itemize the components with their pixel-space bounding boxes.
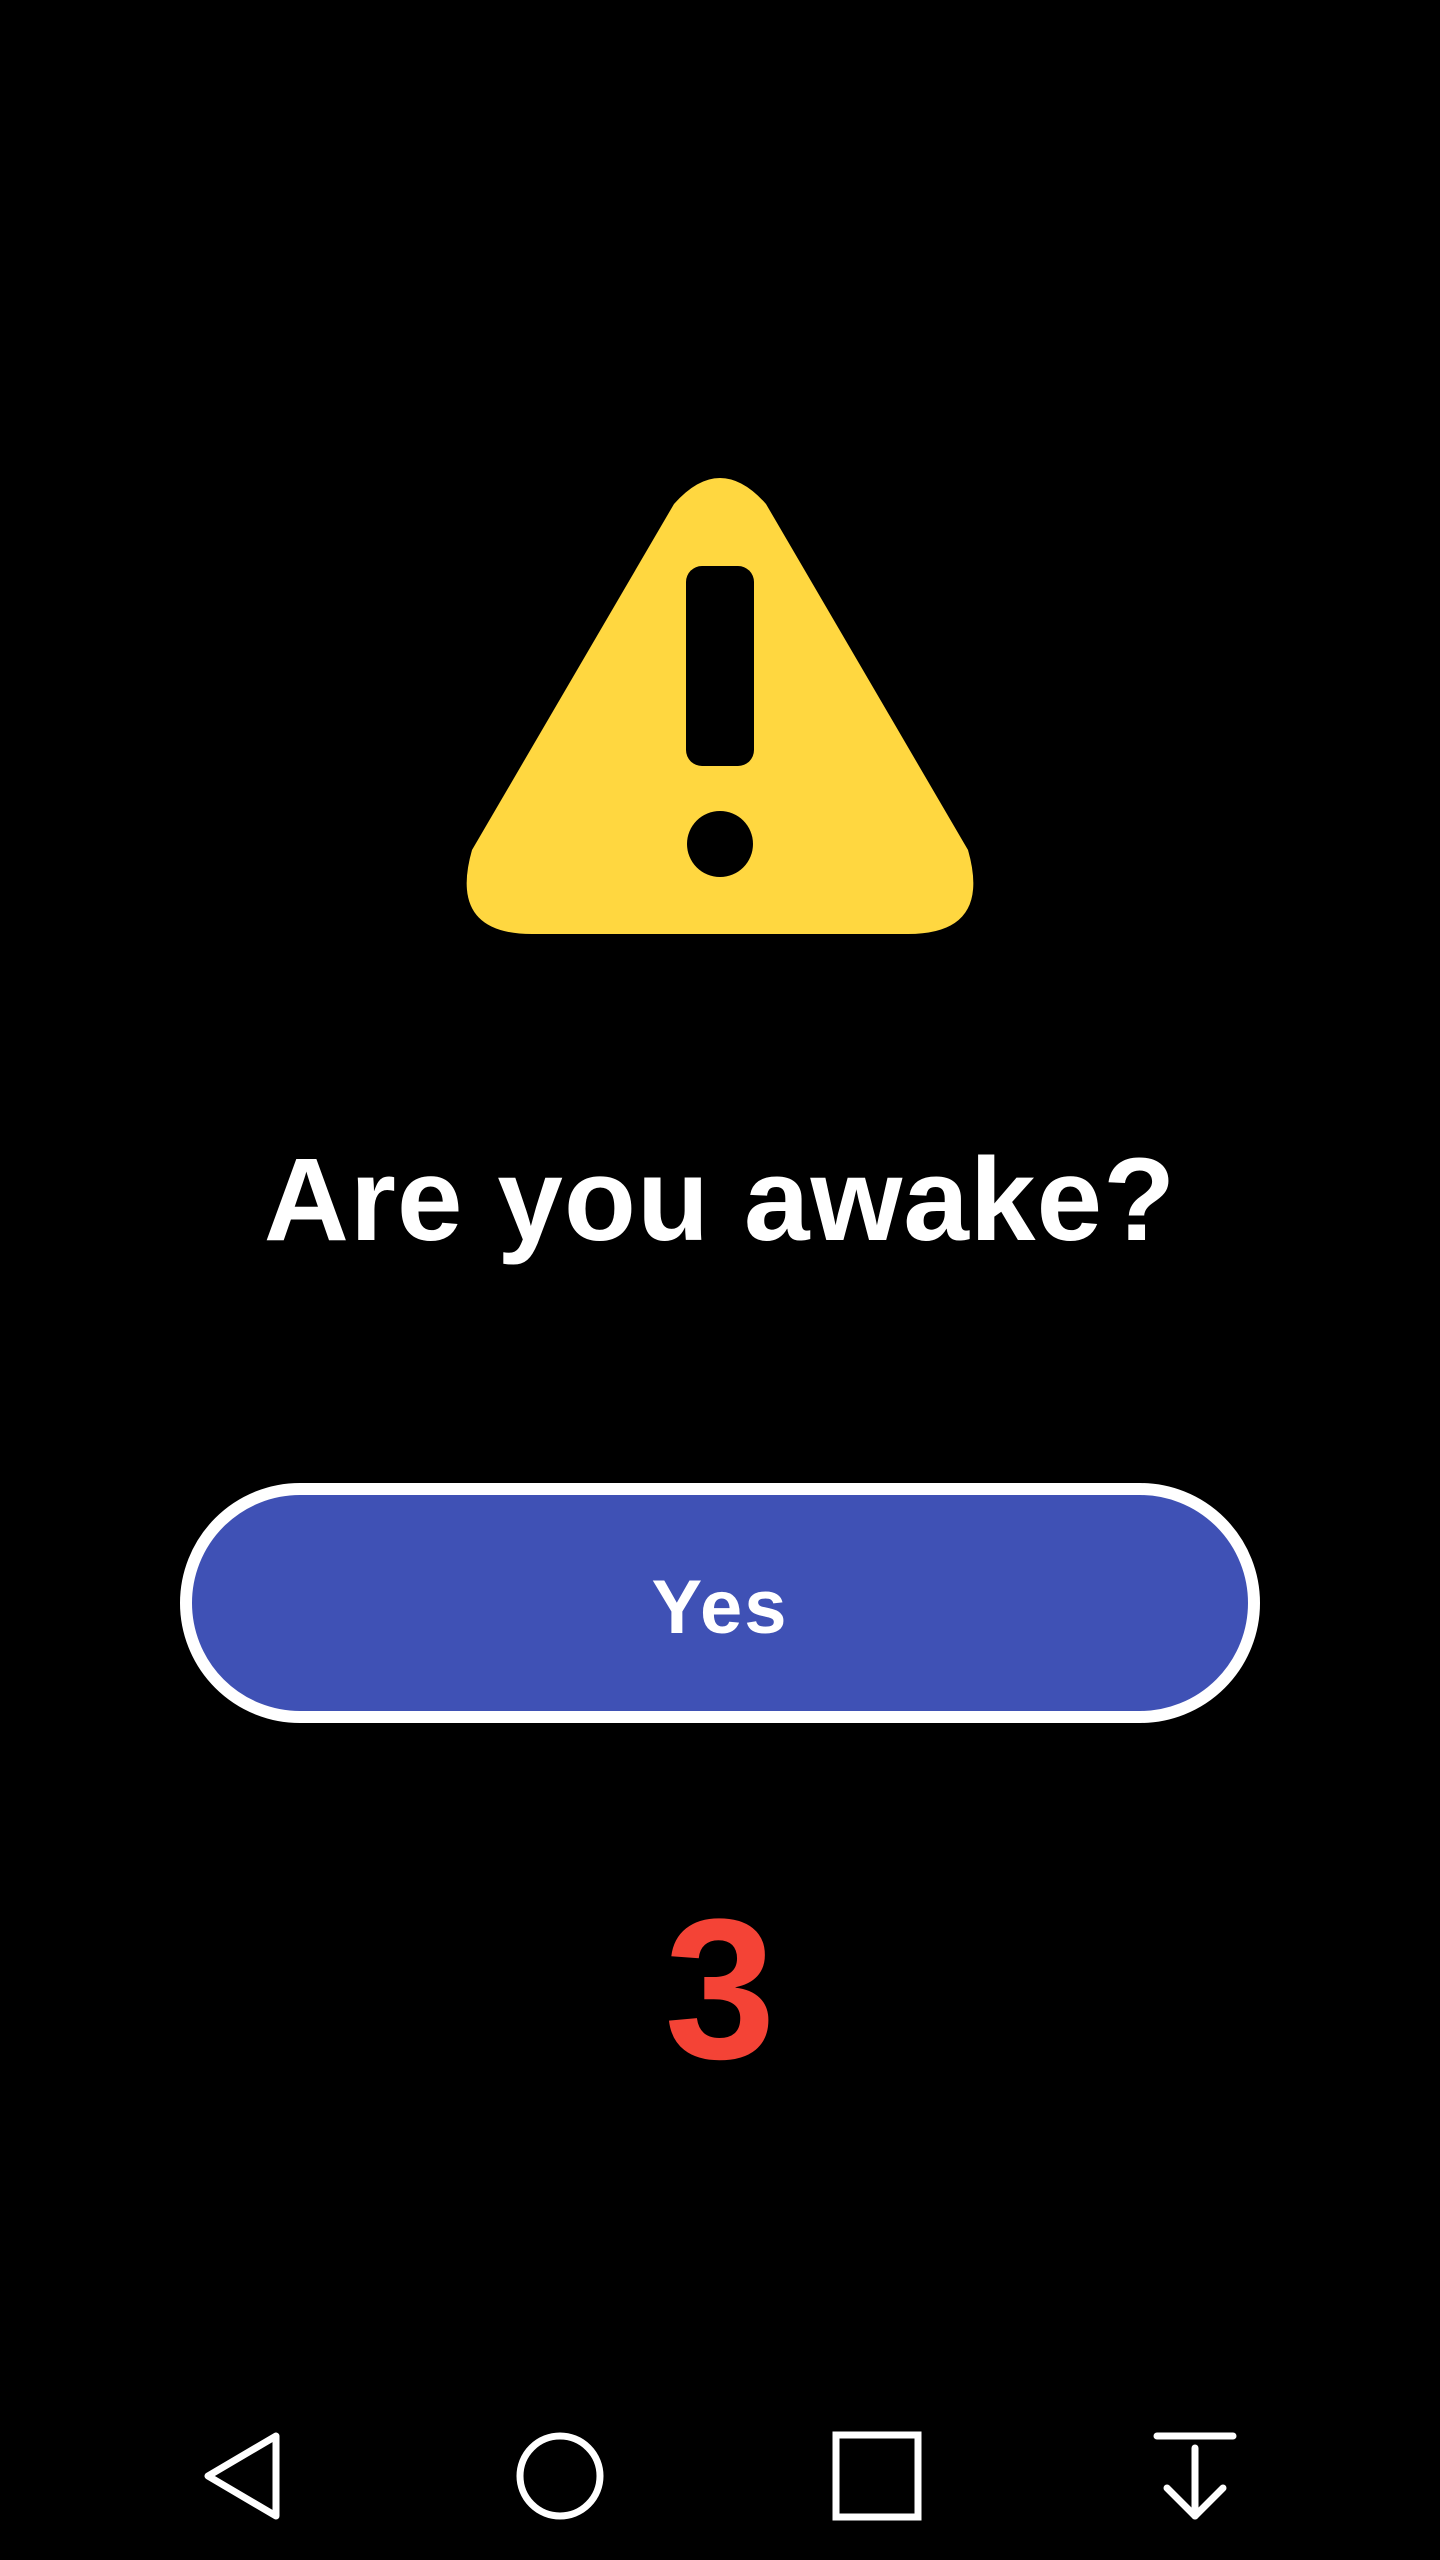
recents-square-icon [832, 2431, 922, 2521]
navigation-bar [0, 2392, 1440, 2560]
home-circle-icon [516, 2432, 604, 2520]
warning-icon [462, 472, 978, 934]
yes-button[interactable]: Yes [180, 1483, 1260, 1723]
yes-button-label: Yes [651, 1564, 789, 1650]
awake-check-screen: Are you awake? Yes 3 [0, 0, 1440, 2560]
nav-dismiss-button[interactable] [1115, 2392, 1275, 2560]
nav-home-button[interactable] [480, 2392, 640, 2560]
nav-recents-button[interactable] [797, 2392, 957, 2560]
download-arrow-icon [1153, 2432, 1237, 2520]
nav-back-button[interactable] [165, 2392, 325, 2560]
back-triangle-icon [204, 2432, 280, 2520]
dialog-title: Are you awake? [263, 1134, 1177, 1266]
countdown-timer: 3 [664, 1878, 776, 2101]
